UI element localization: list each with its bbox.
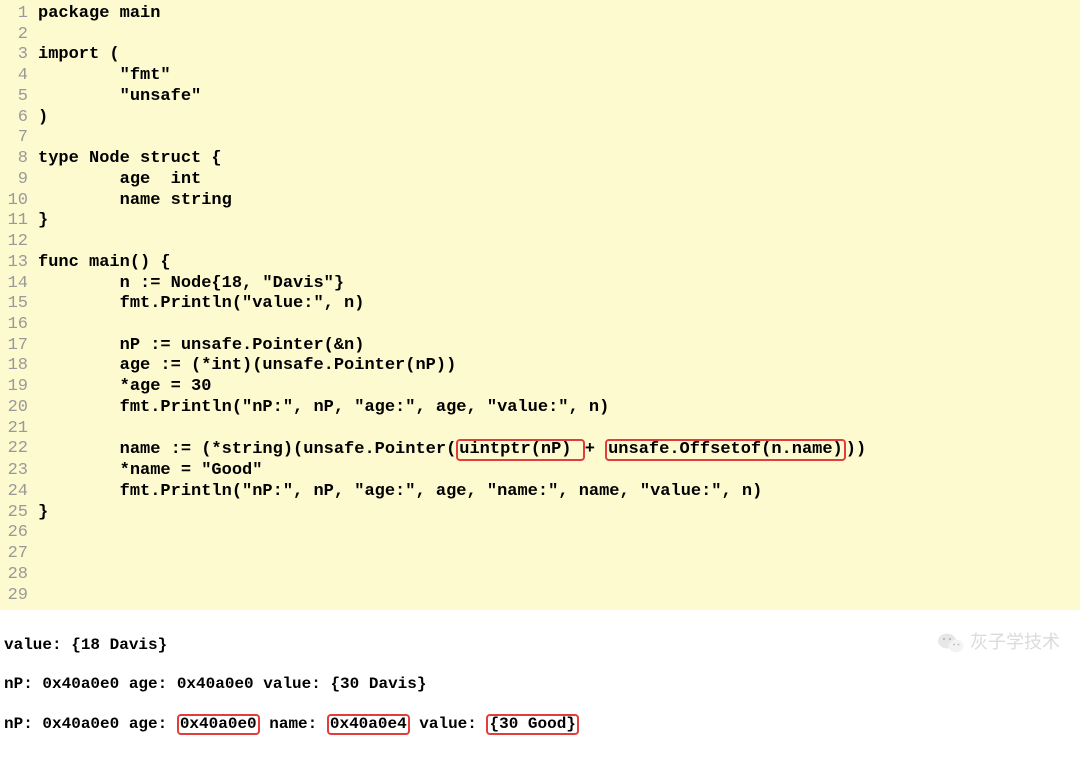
code-line: 22 name := (*string)(unsafe.Pointer(uint… xyxy=(0,439,1080,461)
line-number: 14 xyxy=(0,274,38,295)
line-number: 1 xyxy=(0,4,38,25)
code-line: 9 age int xyxy=(0,170,1080,191)
line-number: 22 xyxy=(0,439,38,461)
line-number: 11 xyxy=(0,211,38,232)
code-line: 10 name string xyxy=(0,191,1080,212)
line-number: 5 xyxy=(0,87,38,108)
code-text: "fmt" xyxy=(38,66,171,87)
line-number: 29 xyxy=(0,586,38,607)
code-text: n := Node{18, "Davis"} xyxy=(38,274,344,295)
line-number: 26 xyxy=(0,523,38,544)
watermark: 灰子学技术 xyxy=(938,632,1060,654)
code-line: 17 nP := unsafe.Pointer(&n) xyxy=(0,336,1080,357)
line-number: 21 xyxy=(0,419,38,440)
code-line: 1package main xyxy=(0,4,1080,25)
line-number: 23 xyxy=(0,461,38,482)
code-text: func main() { xyxy=(38,253,171,274)
highlight-box: {30 Good} xyxy=(486,714,578,735)
line-number: 27 xyxy=(0,544,38,565)
code-line: 28 xyxy=(0,565,1080,586)
line-number: 13 xyxy=(0,253,38,274)
code-line: 14 n := Node{18, "Davis"} xyxy=(0,274,1080,295)
line-number: 20 xyxy=(0,398,38,419)
highlight-box: unsafe.Offsetof(n.name) xyxy=(605,439,846,461)
highlight-box: 0x40a0e0 xyxy=(177,714,260,735)
line-number: 16 xyxy=(0,315,38,336)
line-number: 19 xyxy=(0,377,38,398)
code-line: 29 xyxy=(0,586,1080,607)
code-line: 13func main() { xyxy=(0,253,1080,274)
code-line: 5 "unsafe" xyxy=(0,87,1080,108)
code-line: 7 xyxy=(0,128,1080,149)
line-number: 18 xyxy=(0,356,38,377)
code-text: "unsafe" xyxy=(38,87,201,108)
code-text: fmt.Println("nP:", nP, "age:", age, "val… xyxy=(38,398,609,419)
code-text: *name = "Good" xyxy=(38,461,262,482)
output-line: nP: 0x40a0e0 age: 0x40a0e0 name: 0x40a0e… xyxy=(4,714,1076,735)
highlight-box: 0x40a0e4 xyxy=(327,714,410,735)
highlight-box: uintptr(nP) xyxy=(456,439,584,461)
line-number: 6 xyxy=(0,108,38,129)
code-text: } xyxy=(38,211,48,232)
code-line: 23 *name = "Good" xyxy=(0,461,1080,482)
code-line: 19 *age = 30 xyxy=(0,377,1080,398)
code-text: type Node struct { xyxy=(38,149,222,170)
wechat-icon xyxy=(938,632,964,654)
output-line: nP: 0x40a0e0 age: 0x40a0e0 value: {30 Da… xyxy=(4,675,1076,695)
line-number: 10 xyxy=(0,191,38,212)
code-text: age := (*int)(unsafe.Pointer(nP)) xyxy=(38,356,456,377)
code-line: 6) xyxy=(0,108,1080,129)
watermark-text: 灰子学技术 xyxy=(970,632,1060,654)
code-text: name string xyxy=(38,191,232,212)
code-line: 27 xyxy=(0,544,1080,565)
line-number: 3 xyxy=(0,45,38,66)
line-number: 9 xyxy=(0,170,38,191)
code-text: ) xyxy=(38,108,48,129)
code-line: 4 "fmt" xyxy=(0,66,1080,87)
code-line: 3import ( xyxy=(0,45,1080,66)
code-line: 24 fmt.Println("nP:", nP, "age:", age, "… xyxy=(0,482,1080,503)
code-line: 26 xyxy=(0,523,1080,544)
code-text: package main xyxy=(38,4,160,25)
code-line: 11} xyxy=(0,211,1080,232)
code-line: 15 fmt.Println("value:", n) xyxy=(0,294,1080,315)
code-line: 8type Node struct { xyxy=(0,149,1080,170)
code-text: fmt.Println("value:", n) xyxy=(38,294,364,315)
line-number: 25 xyxy=(0,503,38,524)
code-text: age int xyxy=(38,170,201,191)
line-number: 28 xyxy=(0,565,38,586)
line-number: 17 xyxy=(0,336,38,357)
code-line: 12 xyxy=(0,232,1080,253)
code-line: 21 xyxy=(0,419,1080,440)
code-text: nP := unsafe.Pointer(&n) xyxy=(38,336,364,357)
line-number: 2 xyxy=(0,25,38,46)
output-line: value: {18 Davis} xyxy=(4,636,1076,656)
line-number: 4 xyxy=(0,66,38,87)
code-text: import ( xyxy=(38,45,120,66)
line-number: 8 xyxy=(0,149,38,170)
code-editor: 1package main23import (4 "fmt"5 "unsafe"… xyxy=(0,0,1080,610)
code-line: 20 fmt.Println("nP:", nP, "age:", age, "… xyxy=(0,398,1080,419)
code-text: *age = 30 xyxy=(38,377,211,398)
code-line: 25} xyxy=(0,503,1080,524)
code-line: 2 xyxy=(0,25,1080,46)
code-text: fmt.Println("nP:", nP, "age:", age, "nam… xyxy=(38,482,762,503)
program-output: value: {18 Davis} nP: 0x40a0e0 age: 0x40… xyxy=(0,610,1080,758)
code-line: 16 xyxy=(0,315,1080,336)
line-number: 24 xyxy=(0,482,38,503)
line-number: 7 xyxy=(0,128,38,149)
code-text: } xyxy=(38,503,48,524)
line-number: 12 xyxy=(0,232,38,253)
code-text: name := (*string)(unsafe.Pointer(uintptr… xyxy=(38,439,866,461)
code-line: 18 age := (*int)(unsafe.Pointer(nP)) xyxy=(0,356,1080,377)
line-number: 15 xyxy=(0,294,38,315)
